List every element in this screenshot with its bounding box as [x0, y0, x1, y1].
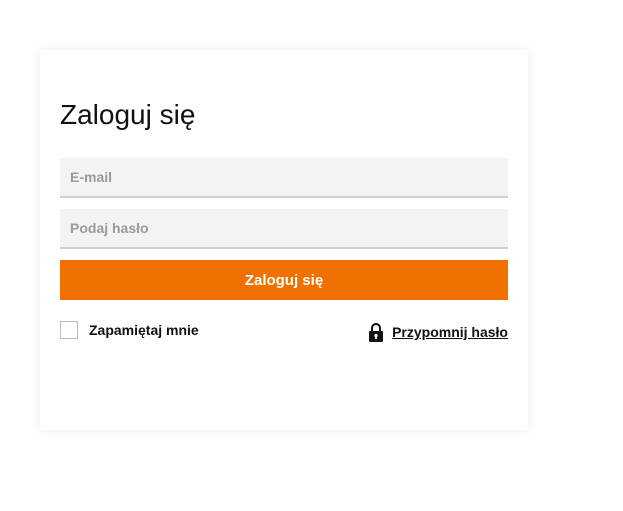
forgot-password-label: Przypomnij hasło — [392, 324, 508, 340]
password-field[interactable] — [60, 209, 508, 249]
remember-me-option[interactable]: Zapamiętaj mnie — [60, 320, 199, 340]
email-field[interactable] — [60, 158, 508, 198]
lock-icon — [368, 322, 384, 342]
login-button[interactable]: Zaloguj się — [60, 260, 508, 300]
page-title: Zaloguj się — [60, 99, 196, 130]
login-card: Zaloguj się Zaloguj się Zapamiętaj mnie … — [40, 50, 528, 430]
remember-me-label: Zapamiętaj mnie — [89, 322, 199, 338]
remember-me-checkbox[interactable] — [60, 321, 78, 339]
forgot-password-link[interactable]: Przypomnij hasło — [368, 321, 508, 343]
